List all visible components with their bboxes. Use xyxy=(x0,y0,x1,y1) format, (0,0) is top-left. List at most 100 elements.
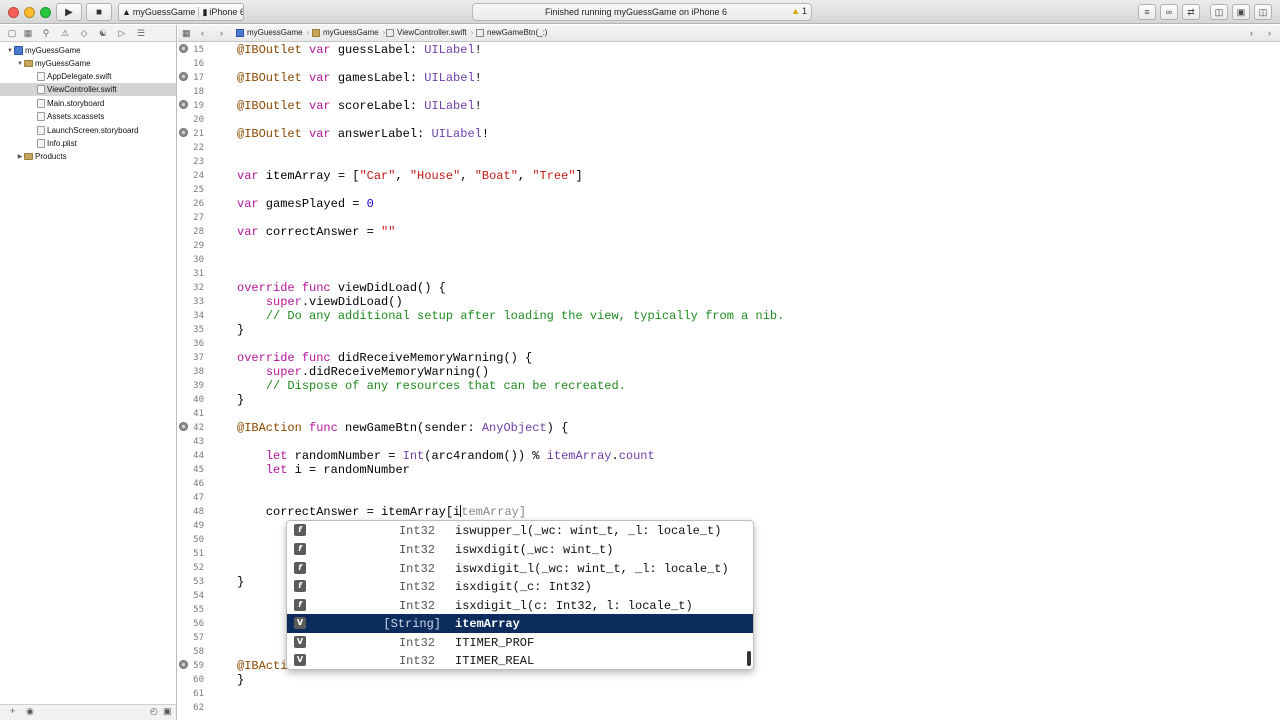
previous-issue-icon[interactable]: ‹ xyxy=(1250,28,1253,38)
line-number[interactable]: 38 xyxy=(178,365,204,379)
line-number[interactable]: 26 xyxy=(178,197,204,211)
completion-item[interactable]: f Int32 iswupper_l(_wc: wint_t, _l: loca… xyxy=(287,521,747,540)
line-number[interactable]: 20 xyxy=(178,113,204,127)
line-number[interactable]: 41 xyxy=(178,407,204,421)
completion-scrollbar[interactable] xyxy=(747,651,751,666)
search-navigator-icon[interactable]: ⚲ xyxy=(40,28,52,39)
assistant-editor-button[interactable]: ∞ xyxy=(1160,4,1178,20)
minimize-window-button[interactable] xyxy=(24,7,35,18)
disclosure-open-icon[interactable]: ▼ xyxy=(6,48,14,54)
zoom-window-button[interactable] xyxy=(40,7,51,18)
recent-files-icon[interactable]: ◴ xyxy=(150,706,158,717)
line-number[interactable]: 49 xyxy=(178,519,204,533)
breadcrumb-project[interactable]: myGuessGame › xyxy=(236,28,309,37)
breadcrumb-method[interactable]: newGameBtn(_:) xyxy=(476,28,547,37)
filter-icon[interactable]: ◉ xyxy=(26,706,34,717)
tree-item-file-selected[interactable]: ViewController.swift xyxy=(0,83,176,96)
next-issue-icon[interactable]: › xyxy=(1268,28,1271,38)
line-number[interactable]: 35 xyxy=(178,323,204,337)
tree-item-file[interactable]: Main.storyboard xyxy=(0,97,176,110)
test-navigator-icon[interactable]: ◇ xyxy=(78,28,90,39)
line-number[interactable]: 30 xyxy=(178,253,204,267)
toggle-navigator-button[interactable]: ◫ xyxy=(1210,4,1228,20)
tree-item-file[interactable]: Info.plist xyxy=(0,137,176,150)
line-number[interactable]: 31 xyxy=(178,267,204,281)
action-connection-icon[interactable] xyxy=(179,660,188,669)
line-number[interactable]: 51 xyxy=(178,547,204,561)
line-number[interactable]: 60 xyxy=(178,673,204,687)
toggle-debug-area-button[interactable]: ▣ xyxy=(1232,4,1250,20)
line-number[interactable]: 55 xyxy=(178,603,204,617)
add-icon[interactable]: + xyxy=(10,706,15,716)
back-arrow-icon[interactable]: ‹ xyxy=(201,28,204,38)
outlet-connection-icon[interactable] xyxy=(179,100,188,109)
scheme-project[interactable]: ▲ myGuessGame xyxy=(119,7,198,17)
completion-item-selected[interactable]: V [String] itemArray xyxy=(287,614,753,633)
forward-arrow-icon[interactable]: › xyxy=(220,28,223,38)
line-number[interactable]: 46 xyxy=(178,477,204,491)
line-number[interactable]: 61 xyxy=(178,687,204,701)
completion-item[interactable]: f Int32 iswxdigit_l(_wc: wint_t, _l: loc… xyxy=(287,559,747,578)
tree-item-file[interactable]: LaunchScreen.storyboard xyxy=(0,124,176,137)
line-number[interactable]: 50 xyxy=(178,533,204,547)
line-number[interactable]: 36 xyxy=(178,337,204,351)
line-number[interactable]: 37 xyxy=(178,351,204,365)
breadcrumb-file[interactable]: ViewController.swift › xyxy=(386,28,473,37)
completion-item[interactable]: V Int32 ITIMER_REAL xyxy=(287,651,747,669)
line-number[interactable]: 22 xyxy=(178,141,204,155)
tree-item-file[interactable]: Assets.xcassets xyxy=(0,110,176,123)
close-window-button[interactable] xyxy=(8,7,19,18)
line-number[interactable]: 16 xyxy=(178,57,204,71)
filter-scm-icon[interactable]: ▣ xyxy=(163,706,172,717)
outlet-connection-icon[interactable] xyxy=(179,44,188,53)
issue-navigator-icon[interactable]: ⚠ xyxy=(59,28,71,39)
breakpoint-navigator-icon[interactable]: ▷ xyxy=(116,28,128,39)
line-number[interactable]: 32 xyxy=(178,281,204,295)
run-button[interactable]: ▶ xyxy=(56,3,82,21)
line-number[interactable]: 39 xyxy=(178,379,204,393)
line-number[interactable]: 18 xyxy=(178,85,204,99)
line-number[interactable]: 23 xyxy=(178,155,204,169)
line-number[interactable]: 58 xyxy=(178,645,204,659)
outlet-connection-icon[interactable] xyxy=(179,72,188,81)
completion-item[interactable]: f Int32 isxdigit_l(c: Int32, l: locale_t… xyxy=(287,596,747,615)
line-number[interactable]: 29 xyxy=(178,239,204,253)
stop-button[interactable]: ■ xyxy=(86,3,112,21)
line-number[interactable]: 62 xyxy=(178,701,204,715)
line-number[interactable]: 57 xyxy=(178,631,204,645)
warning-indicator[interactable]: ▲ 1 xyxy=(791,6,807,16)
project-navigator-icon[interactable]: ▢ xyxy=(6,28,18,39)
line-number[interactable]: 34 xyxy=(178,309,204,323)
action-connection-icon[interactable] xyxy=(179,422,188,431)
line-number[interactable]: 25 xyxy=(178,183,204,197)
symbol-navigator-icon[interactable]: ▦ xyxy=(22,28,34,39)
line-number[interactable]: 48 xyxy=(178,505,204,519)
breadcrumb-group[interactable]: myGuessGame › xyxy=(312,28,385,37)
debug-navigator-icon[interactable]: ☯ xyxy=(97,28,109,39)
line-number[interactable]: 45 xyxy=(178,463,204,477)
line-number[interactable]: 28 xyxy=(178,225,204,239)
report-navigator-icon[interactable]: ☰ xyxy=(135,28,147,39)
scheme-device[interactable]: ▮ iPhone 6 xyxy=(198,6,243,18)
version-editor-button[interactable]: ⇄ xyxy=(1182,4,1200,20)
completion-item[interactable]: f Int32 iswxdigit(_wc: wint_t) xyxy=(287,540,747,559)
line-number[interactable]: 44 xyxy=(178,449,204,463)
line-number[interactable]: 27 xyxy=(178,211,204,225)
tree-item-file[interactable]: AppDelegate.swift xyxy=(0,70,176,83)
code-completion-popup[interactable]: f Int32 iswupper_l(_wc: wint_t, _l: loca… xyxy=(286,520,754,670)
completion-item[interactable]: V Int32 ITIMER_PROF xyxy=(287,633,747,652)
line-number[interactable]: 53 xyxy=(178,575,204,589)
code-line-48[interactable]: correctAnswer = itemArray[itemArray] xyxy=(237,505,526,519)
tree-item-group[interactable]: ▼ myGuessGame xyxy=(0,57,176,70)
disclosure-closed-icon[interactable]: ▶ xyxy=(16,153,24,160)
line-number[interactable]: 43 xyxy=(178,435,204,449)
line-number[interactable]: 40 xyxy=(178,393,204,407)
disclosure-open-icon[interactable]: ▼ xyxy=(16,61,24,67)
outlet-connection-icon[interactable] xyxy=(179,128,188,137)
standard-editor-button[interactable]: ≡ xyxy=(1138,4,1156,20)
line-number[interactable]: 24 xyxy=(178,169,204,183)
toggle-utilities-button[interactable]: ◫ xyxy=(1254,4,1272,20)
tree-item-group[interactable]: ▶ Products xyxy=(0,150,176,163)
scheme-selector[interactable]: ▲ myGuessGame ▮ iPhone 6 xyxy=(118,3,244,21)
completion-item[interactable]: f Int32 isxdigit(_c: Int32) xyxy=(287,577,747,596)
